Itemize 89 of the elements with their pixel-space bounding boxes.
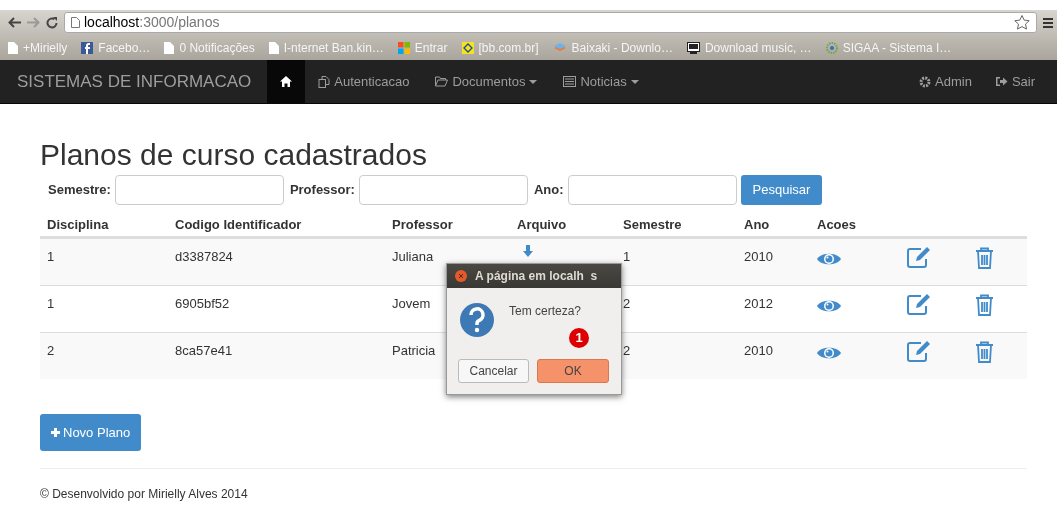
page-icon: [164, 41, 175, 54]
edit-icon[interactable]: [907, 247, 931, 268]
footer-text: © Desenvolvido por Mirielly Alves 2014: [40, 486, 249, 503]
forward-icon[interactable]: [27, 17, 40, 28]
table-cell: d3387824: [175, 249, 233, 264]
filter-field[interactable]: [567, 175, 737, 205]
bookmark[interactable]: SIGAA - Sistema I…: [825, 38, 952, 57]
nav-item[interactable]: [267, 59, 306, 104]
address-bar[interactable]: localhost:3000/planos: [64, 12, 1037, 33]
copy-icon: [318, 75, 331, 88]
facebook-icon: [81, 41, 94, 54]
table-cell: 2010: [744, 249, 773, 264]
column-header: Codigo Identificador: [175, 215, 303, 234]
back-icon[interactable]: [8, 17, 21, 28]
nav-item[interactable]: Autenticacao: [305, 59, 423, 104]
folder-icon: [435, 76, 449, 87]
filter-field[interactable]: [358, 175, 528, 205]
column-header: Semestre: [623, 215, 683, 234]
column-header: Ano: [744, 215, 771, 234]
nav-item[interactable]: Sair: [983, 59, 1047, 104]
page-icon: [268, 41, 279, 54]
menu-icon[interactable]: [1043, 17, 1053, 28]
page-title: Planos de curso cadastrados: [40, 137, 428, 173]
column-header: Disciplina: [47, 215, 110, 234]
table-cell: 2: [47, 343, 55, 358]
filter-label: Professor:: [289, 181, 355, 200]
dialog-button[interactable]: OK: [537, 359, 609, 383]
table-cell: 6905bf52: [175, 296, 230, 311]
plus-icon: [51, 428, 60, 437]
nav-item[interactable]: Documentos: [422, 59, 551, 104]
bookmark[interactable]: I-nternet Ban.kin…: [268, 38, 384, 57]
star-icon[interactable]: [1014, 15, 1030, 30]
bank-logo-icon: [461, 41, 474, 54]
bookmark[interactable]: Download music, …: [686, 38, 812, 57]
download-icon[interactable]: [522, 245, 534, 257]
circle-icon: [825, 41, 838, 54]
nav-item[interactable]: Noticias: [550, 59, 652, 104]
table-cell: Jovem: [392, 296, 431, 311]
list-icon: [563, 76, 577, 87]
page-icon: [8, 41, 18, 54]
logout-icon: [995, 76, 1008, 87]
edit-icon[interactable]: [907, 341, 931, 362]
filter-label: Ano:: [533, 181, 564, 200]
bookmark[interactable]: [bb.com.br]: [461, 38, 539, 57]
home-icon: [280, 76, 293, 87]
bookmark[interactable]: 0 Notificações: [164, 38, 255, 57]
table-cell: 1: [47, 296, 55, 311]
windows-icon: [397, 41, 410, 54]
eye-icon[interactable]: [817, 298, 841, 314]
bookmark[interactable]: +Mirielly: [8, 38, 68, 57]
computer-icon: [686, 41, 700, 54]
question-icon: [459, 302, 495, 338]
brand-text[interactable]: SISTEMAS DE INFORMACAO: [7, 68, 262, 95]
search-button[interactable]: Pesquisar: [740, 175, 823, 205]
number-badge: 1: [569, 328, 589, 348]
table-cell: Patricia: [392, 343, 436, 358]
bookmark[interactable]: Facebo…: [81, 38, 151, 57]
dialog-button[interactable]: Cancelar: [458, 359, 529, 383]
settings-icon: [919, 75, 931, 88]
trash-icon[interactable]: [975, 294, 994, 316]
table-cell: 2010: [744, 343, 773, 358]
bookmark[interactable]: Entrar: [397, 38, 448, 57]
page-icon: [71, 17, 80, 28]
table-cell: Juliana: [392, 249, 434, 264]
trash-icon[interactable]: [975, 247, 994, 269]
column-header: Arquivo: [517, 215, 568, 234]
filter-label: Semestre:: [48, 181, 111, 200]
table-cell: 2012: [744, 296, 773, 311]
new-plan-button[interactable]: Novo Plano: [40, 414, 142, 451]
eye-icon[interactable]: [817, 345, 841, 361]
table-cell: 8ca57e41: [175, 343, 233, 358]
edit-icon[interactable]: [907, 294, 931, 315]
trash-icon[interactable]: [975, 341, 994, 363]
filter-field[interactable]: [114, 175, 284, 205]
stack-icon: [552, 41, 567, 54]
dialog-message: Tem certeza?: [509, 303, 583, 320]
url-text: localhost:3000/planos: [84, 13, 220, 32]
table-cell: 1: [623, 249, 631, 264]
column-header: Acoes: [817, 215, 858, 234]
reload-icon[interactable]: [46, 16, 58, 29]
dialog-title: A página em localh s: [475, 268, 598, 285]
column-header: Professor: [392, 215, 454, 234]
table-cell: 2: [623, 296, 631, 311]
table-cell: 1: [47, 249, 55, 264]
close-icon[interactable]: [455, 270, 467, 282]
table-cell: 2: [623, 343, 631, 358]
eye-icon[interactable]: [817, 251, 841, 267]
bookmark[interactable]: Baixaki - Downlo…: [552, 38, 673, 57]
nav-item[interactable]: Admin: [907, 59, 984, 104]
